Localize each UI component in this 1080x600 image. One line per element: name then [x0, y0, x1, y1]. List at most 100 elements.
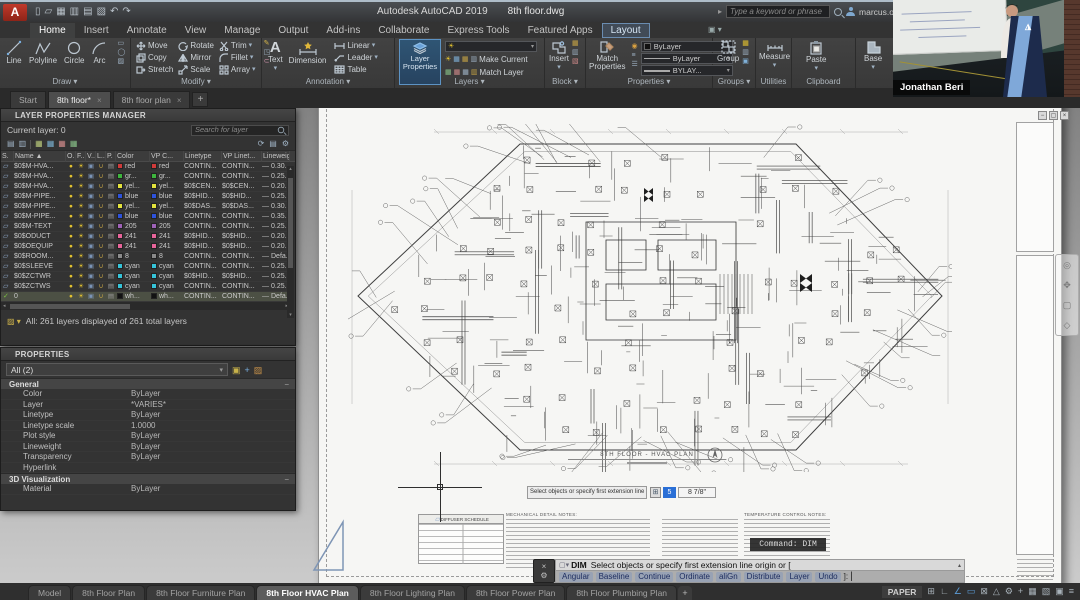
layer-lock-icon[interactable]: ∪	[96, 252, 106, 262]
quick-select-icon[interactable]: ▨	[254, 366, 263, 374]
column-header[interactable]: Name ▲	[14, 151, 66, 162]
clean-screen-icon[interactable]: ▣	[1055, 584, 1064, 599]
layer-linetype[interactable]: $0$HID...	[184, 232, 222, 242]
layer-lineweight[interactable]: 0.20...	[262, 182, 290, 192]
layer-vp-linetype[interactable]: CONTIN...	[222, 222, 262, 232]
hatch-tool-icon[interactable]: ▨	[117, 58, 125, 66]
layer-vp-freeze-icon[interactable]: ▣	[86, 292, 96, 302]
layer-name[interactable]: $0$M-HVA...	[14, 182, 66, 192]
layer-vp-freeze-icon[interactable]: ▣	[86, 192, 96, 202]
ribbon-tab[interactable]: Home	[30, 23, 75, 38]
layer-linetype[interactable]: CONTIN...	[184, 212, 222, 222]
refresh-icon[interactable]: ⟳	[258, 140, 265, 148]
column-header[interactable]: VP C...	[150, 151, 184, 162]
maximize-viewport-icon[interactable]: ▢	[1049, 111, 1058, 120]
layer-plot-icon[interactable]: ▤	[106, 212, 116, 222]
layer-vp-freeze-icon[interactable]: ▣	[86, 182, 96, 192]
horizontal-scrollbar[interactable]: ◂▸	[1, 302, 290, 310]
object-snap-icon[interactable]: ▦	[1028, 584, 1037, 599]
layer-name[interactable]: $0$M-HVA...	[14, 162, 66, 172]
layer-linetype[interactable]: $0$CEN...	[184, 182, 222, 192]
layer-vp-linetype[interactable]: CONTIN...	[222, 262, 262, 272]
layer-vp-color-cell[interactable]: blue	[150, 192, 184, 202]
command-option-button[interactable]: Layer	[786, 572, 812, 582]
recent-commands-icon[interactable]: ▢▾	[559, 561, 569, 569]
layer-lineweight[interactable]: 0.35...	[262, 212, 290, 222]
layer-lock-icon[interactable]: ∪	[96, 202, 106, 212]
command-prompt-line[interactable]: ▢▾ DIM Select objects or specify first e…	[555, 559, 965, 571]
layer-name[interactable]: $0$ZCTWR	[14, 272, 66, 282]
layer-color-cell[interactable]: red	[116, 162, 150, 172]
layer-on-icon[interactable]: ●	[66, 182, 76, 192]
property-row[interactable]: Linetype scale 1.0000	[1, 421, 295, 432]
layer-vp-freeze-icon[interactable]: ▣	[86, 222, 96, 232]
layer-plot-icon[interactable]: ▤	[106, 272, 116, 282]
layer-row[interactable]: $0$ROOM... ● ☀ ▣ ∪ ▤ 8 8 CONTIN... CONTI…	[1, 252, 290, 262]
dynamic-input-icon[interactable]: +	[1018, 584, 1023, 599]
dynamic-input-value-field[interactable]: 8 7/8"	[678, 487, 716, 498]
user-account-icon[interactable]	[846, 7, 855, 16]
table-tool[interactable]: Table	[334, 64, 377, 75]
circle-tool[interactable]: Circle	[64, 40, 84, 65]
ribbon-tab[interactable]: Add-ins	[317, 23, 369, 38]
annotation-scale-icon[interactable]: △	[993, 584, 1000, 599]
layer-on-icon[interactable]: ●	[66, 212, 76, 222]
layer-vp-freeze-icon[interactable]: ▣	[86, 212, 96, 222]
clipboard-panel-label[interactable]: Clipboard	[792, 76, 855, 88]
layer-vp-linetype[interactable]: $0$CEN...	[222, 182, 262, 192]
layer-name[interactable]: $0$ZCTWS	[14, 282, 66, 292]
property-row[interactable]: Plot style ByLayer	[1, 431, 295, 442]
layer-freeze-icon[interactable]: ☀	[76, 162, 86, 172]
leader-tool[interactable]: Leader ▾	[334, 52, 377, 63]
layer-on-icon[interactable]: ●	[66, 172, 76, 182]
3d-visualization-section-header[interactable]: 3D Visualization−	[1, 473, 295, 484]
layer-vp-linetype[interactable]: CONTIN...	[222, 212, 262, 222]
ribbon-tab[interactable]: Layout	[602, 23, 650, 38]
layer-lock-icon[interactable]: ∪	[96, 242, 106, 252]
layer-color-cell[interactable]: 205	[116, 222, 150, 232]
search-expand-icon[interactable]: ▸	[718, 7, 722, 16]
lpm-title[interactable]: LAYER PROPERTIES MANAGER	[1, 109, 295, 122]
customize-wrench-icon[interactable]: ⚙	[540, 571, 547, 580]
layer-linetype[interactable]: CONTIN...	[184, 172, 222, 182]
property-row[interactable]: Layer *VARIES*	[1, 400, 295, 411]
layer-freeze-icon[interactable]: ☀	[76, 262, 86, 272]
measure-tool[interactable]: Measure▾	[759, 40, 790, 70]
layer-lock-icon[interactable]: ∪	[96, 212, 106, 222]
ribbon-tab[interactable]: Output	[269, 23, 317, 38]
layer-freeze-icon[interactable]: ☀	[76, 192, 86, 202]
layer-lineweight[interactable]: 0.25...	[262, 282, 290, 292]
column-header[interactable]: VP Linet...	[222, 151, 262, 162]
polyline-tool[interactable]: Polyline	[29, 40, 57, 65]
settings-gear-icon[interactable]: ⚙	[282, 140, 289, 148]
layer-freeze-icon[interactable]: ☀	[76, 212, 86, 222]
layer-on-icon[interactable]: ●	[66, 232, 76, 242]
command-option-button[interactable]: Continue	[635, 572, 673, 582]
layer-row[interactable]: $0$M-PIPE... ● ☀ ▣ ∪ ▤ blue blue $0$HID.…	[1, 192, 290, 202]
layer-lock-icon[interactable]: ∪	[96, 222, 106, 232]
layer-vp-freeze-icon[interactable]: ▣	[86, 172, 96, 182]
layer-vp-color-cell[interactable]: cyan	[150, 262, 184, 272]
layer-plot-icon[interactable]: ▤	[106, 282, 116, 292]
group-edit-icon[interactable]: ▥	[742, 49, 749, 57]
property-row[interactable]: Linetype ByLayer	[1, 410, 295, 421]
layer-on-icon[interactable]: ●	[66, 242, 76, 252]
layer-on-icon[interactable]: ●	[66, 282, 76, 292]
paste-tool[interactable]: Paste▾	[806, 40, 826, 73]
layer-on-icon[interactable]: ●	[66, 262, 76, 272]
layer-freeze-icon[interactable]: ☀	[76, 272, 86, 282]
layer-freeze-icon[interactable]: ☀	[76, 172, 86, 182]
property-row[interactable]: Hyperlink	[1, 463, 295, 474]
layer-lock-icon[interactable]: ∪	[96, 262, 106, 272]
layer-lineweight[interactable]: 0.25...	[262, 192, 290, 202]
layer-color-cell[interactable]: 241	[116, 242, 150, 252]
annotation-panel-label[interactable]: Annotation ▾	[262, 76, 394, 88]
layout-tab[interactable]: 8th Floor Plumbing Plan	[566, 585, 677, 600]
layer-on-icon[interactable]: ●	[66, 192, 76, 202]
layer-plot-icon[interactable]: ▤	[106, 262, 116, 272]
layer-lock-icon[interactable]: ∪	[96, 182, 106, 192]
layer-freeze-icon[interactable]: ☀	[76, 242, 86, 252]
layer-linetype[interactable]: CONTIN...	[184, 162, 222, 172]
close-icon[interactable]: ×	[542, 562, 547, 571]
layer-lock-icon[interactable]: ∪	[96, 282, 106, 292]
